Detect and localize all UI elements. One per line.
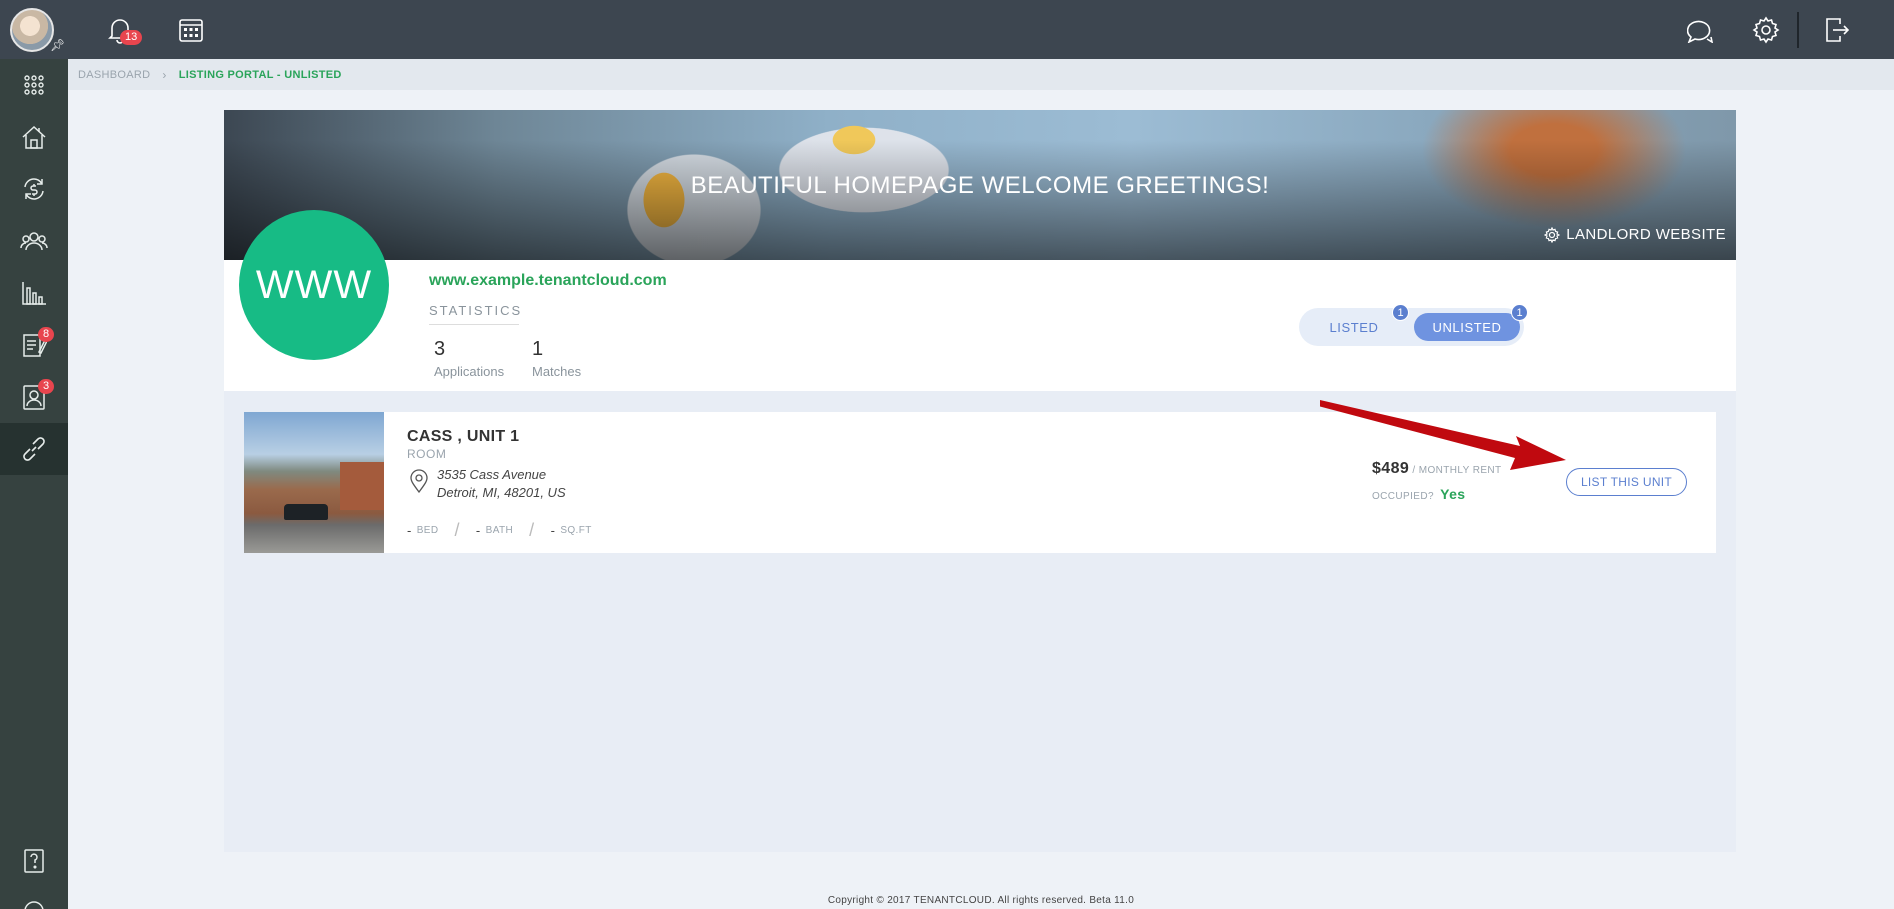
unlisted-count-badge: 1 xyxy=(1511,304,1528,321)
help-icon xyxy=(24,849,44,873)
list-this-unit-button[interactable]: LIST THIS UNIT xyxy=(1566,468,1687,496)
sidebar-item-accounting[interactable] xyxy=(0,163,68,215)
listed-count-badge: 1 xyxy=(1392,304,1409,321)
spec-divider: / xyxy=(454,520,460,540)
tab-unlisted[interactable]: UNLISTED xyxy=(1414,313,1520,341)
footer-copyright: Copyright © 2017 TENANTCLOUD. All rights… xyxy=(827,895,1135,906)
breadcrumb: DASHBOARD › LISTING PORTAL - UNLISTED xyxy=(68,59,1894,90)
support-headset-icon xyxy=(24,901,44,909)
breadcrumb-dashboard[interactable]: DASHBOARD xyxy=(78,69,150,81)
sidebar-item-contacts[interactable] xyxy=(0,215,68,267)
calendar-icon xyxy=(179,19,203,42)
photo-building xyxy=(340,462,384,510)
statistics-label: STATISTICS xyxy=(429,303,520,325)
stat-matches-value: 1 xyxy=(532,338,544,360)
sidebar-item-reports[interactable] xyxy=(0,267,68,319)
tab-unlisted-label: UNLISTED xyxy=(1432,319,1502,335)
website-avatar: WWW xyxy=(239,210,389,360)
sidebar-item-applications[interactable]: 3 xyxy=(0,371,68,423)
listing-status-toggle: LISTED 1 UNLISTED 1 xyxy=(1299,304,1528,346)
user-avatar[interactable] xyxy=(10,8,54,52)
unit-address: 3535 Cass Avenue Detroit, MI, 48201, US xyxy=(437,466,566,502)
listing-link-icon xyxy=(23,437,45,461)
occupied-label: OCCUPIED? xyxy=(1372,491,1434,502)
sidebar-item-documents[interactable]: 8 xyxy=(0,319,68,371)
stat-matches: 1 Matches xyxy=(532,338,581,379)
unit-specs: - BED / - BATH / - SQ.FT xyxy=(407,520,592,541)
bed-label: BED xyxy=(416,525,439,536)
reports-icon xyxy=(22,282,46,305)
hero-greeting: BEAUTIFUL HOMEPAGE WELCOME GREETINGS! xyxy=(690,172,1270,199)
location-pin-icon xyxy=(410,469,428,493)
tab-listed[interactable]: LISTED xyxy=(1307,313,1401,341)
unit-title[interactable]: CASS , UNIT 1 xyxy=(407,428,519,446)
notifications-badge: 13 xyxy=(120,30,143,45)
address-line1: 3535 Cass Avenue xyxy=(437,467,547,482)
profile-section: WWW www.example.tenantcloud.com STATISTI… xyxy=(224,210,1736,391)
logout-button[interactable] xyxy=(1821,14,1853,46)
apps-grid-icon xyxy=(24,75,44,95)
pin-icon: 📌︎ xyxy=(50,38,66,52)
tab-listed-label: LISTED xyxy=(1329,319,1379,335)
topbar-divider xyxy=(1797,12,1799,48)
contacts-icon xyxy=(20,232,48,251)
settings-button[interactable] xyxy=(1750,14,1782,46)
sidebar-item-properties[interactable] xyxy=(0,111,68,163)
breadcrumb-current: LISTING PORTAL - UNLISTED xyxy=(178,68,342,81)
annotation-arrow-icon xyxy=(1320,400,1566,470)
applications-badge: 3 xyxy=(38,379,55,394)
stat-applications-value: 3 xyxy=(434,338,446,360)
support-button[interactable] xyxy=(0,888,68,909)
bath-value: - xyxy=(475,523,481,538)
help-button[interactable] xyxy=(0,837,68,885)
messages-button[interactable] xyxy=(1685,14,1717,46)
stat-applications-label: Applications xyxy=(434,364,505,379)
site-url-link[interactable]: www.example.tenantcloud.com xyxy=(429,272,667,290)
unit-occupied: OCCUPIED? Yes xyxy=(1372,486,1465,502)
chat-icon xyxy=(1687,20,1714,43)
unit-photo[interactable] xyxy=(244,412,384,553)
spec-divider: / xyxy=(529,520,535,540)
unit-type: ROOM xyxy=(407,447,447,461)
occupied-value: Yes xyxy=(1440,486,1466,502)
notifications-button[interactable]: 13 xyxy=(104,14,143,46)
sidebar: 8 3 xyxy=(0,59,68,909)
bed-value: - xyxy=(407,523,412,538)
settings-icon xyxy=(1752,16,1780,44)
sqft-label: SQ.FT xyxy=(560,525,592,536)
sqft-value: - xyxy=(550,523,556,538)
top-bar: 📌︎ 13 xyxy=(0,0,1894,59)
properties-icon xyxy=(22,125,46,149)
photo-car xyxy=(284,504,328,520)
stat-matches-label: Matches xyxy=(532,364,582,379)
sidebar-item-listing[interactable] xyxy=(0,423,68,475)
landlord-website-label: LANDLORD WEBSITE xyxy=(1566,226,1726,243)
documents-badge: 8 xyxy=(38,327,55,342)
sidebar-item-apps[interactable] xyxy=(0,59,68,111)
stat-applications: 3 Applications xyxy=(434,338,504,379)
logout-icon xyxy=(1826,18,1850,42)
hero-banner: BEAUTIFUL HOMEPAGE WELCOME GREETINGS! LA… xyxy=(224,110,1736,260)
bath-label: BATH xyxy=(485,525,514,536)
address-line2: Detroit, MI, 48201, US xyxy=(437,485,566,500)
landlord-website-link[interactable]: LANDLORD WEBSITE xyxy=(1544,226,1726,243)
breadcrumb-chevron-icon: › xyxy=(162,67,167,82)
gear-icon xyxy=(1544,226,1561,243)
listing-portal-panel: BEAUTIFUL HOMEPAGE WELCOME GREETINGS! LA… xyxy=(224,110,1736,852)
accounting-icon xyxy=(24,178,44,200)
calendar-button[interactable] xyxy=(175,14,207,46)
